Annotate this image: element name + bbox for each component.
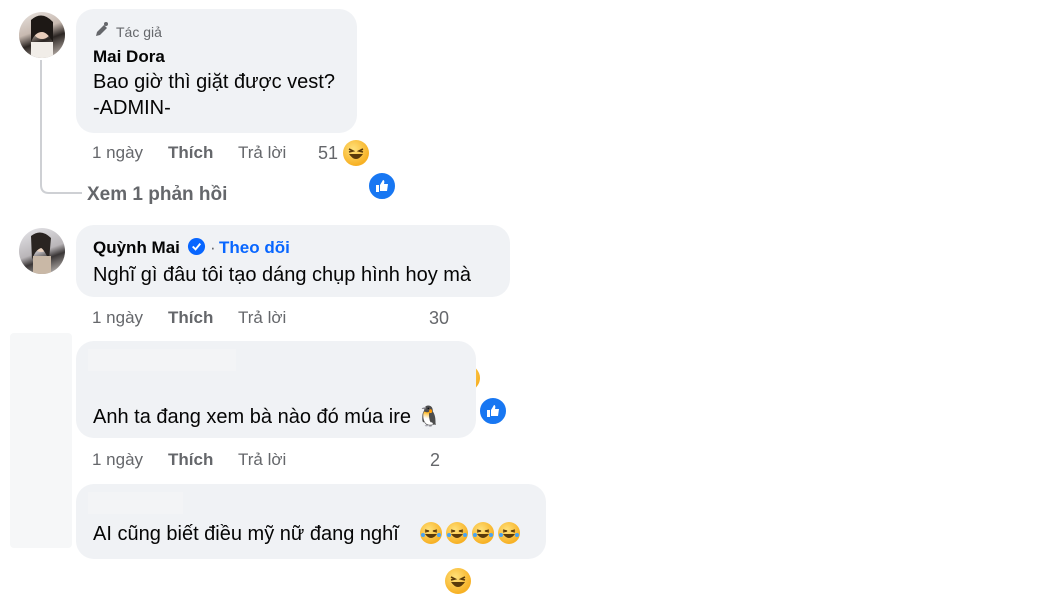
like-button[interactable]: Thích bbox=[168, 143, 213, 163]
like-button[interactable]: Thích bbox=[168, 308, 213, 328]
reaction-count[interactable]: 30 bbox=[429, 308, 449, 329]
comment-bubble: Tác giả Mai Dora Bao giờ thì giặt được v… bbox=[76, 9, 357, 133]
hidden-name-placeholder bbox=[88, 492, 183, 514]
haha-reaction-icon[interactable] bbox=[445, 568, 471, 594]
hidden-avatar-placeholder bbox=[10, 333, 72, 548]
comment-text-line: Bao giờ thì giặt được vest? bbox=[93, 71, 335, 93]
crying-laughing-emoji-icon bbox=[420, 522, 442, 544]
comment-bubble: AI cũng biết điều mỹ nữ đang nghĩ bbox=[76, 484, 546, 559]
avatar[interactable] bbox=[19, 228, 65, 274]
comment-time[interactable]: 1 ngày bbox=[92, 450, 143, 470]
reply-button[interactable]: Trả lời bbox=[238, 308, 286, 328]
comment-text: AI cũng biết điều mỹ nữ đang nghĩ bbox=[93, 523, 399, 545]
view-replies-link[interactable]: Xem 1 phản hồi bbox=[87, 184, 227, 206]
comment-bubble: Quỳnh Mai · Theo dõi Nghĩ gì đâu tôi tạo… bbox=[76, 225, 510, 297]
comment-time[interactable]: 1 ngày bbox=[92, 308, 143, 328]
verified-badge-icon bbox=[187, 237, 206, 261]
comment-text: Anh ta đang xem bà nào đó múa ire 🐧 bbox=[93, 406, 442, 428]
comment-text-line: -ADMIN- bbox=[93, 97, 171, 119]
like-reaction-icon[interactable] bbox=[367, 171, 397, 201]
crying-laughing-emoji-icon bbox=[498, 522, 520, 544]
reply-button[interactable]: Trả lời bbox=[238, 143, 286, 163]
author-badge: Tác giả bbox=[93, 21, 162, 42]
like-button[interactable]: Thích bbox=[168, 450, 213, 470]
pencil-mic-icon bbox=[93, 21, 111, 42]
reaction-count[interactable]: 51 bbox=[318, 143, 338, 164]
comment-bubble: Anh ta đang xem bà nào đó múa ire 🐧 bbox=[76, 341, 476, 438]
reaction-count[interactable]: 2 bbox=[430, 450, 440, 471]
crying-laughing-emoji-icon bbox=[472, 522, 494, 544]
author-badge-label: Tác giả bbox=[116, 23, 162, 40]
follow-button[interactable]: Theo dõi bbox=[219, 238, 290, 258]
comment-author-name[interactable]: Quỳnh Mai bbox=[93, 238, 180, 258]
like-reaction-icon[interactable] bbox=[478, 396, 508, 426]
comment-author-name[interactable]: Mai Dora bbox=[93, 47, 165, 67]
comment-text: Nghĩ gì đâu tôi tạo dáng chụp hình hoy m… bbox=[93, 264, 472, 286]
separator-dot: · bbox=[210, 238, 216, 257]
haha-reaction-icon[interactable] bbox=[343, 140, 369, 166]
comment-time[interactable]: 1 ngày bbox=[92, 143, 143, 163]
hidden-name-placeholder bbox=[88, 349, 236, 371]
reply-button[interactable]: Trả lời bbox=[238, 450, 286, 470]
avatar[interactable] bbox=[19, 12, 65, 58]
crying-laughing-emojis bbox=[420, 522, 520, 544]
crying-laughing-emoji-icon bbox=[446, 522, 468, 544]
